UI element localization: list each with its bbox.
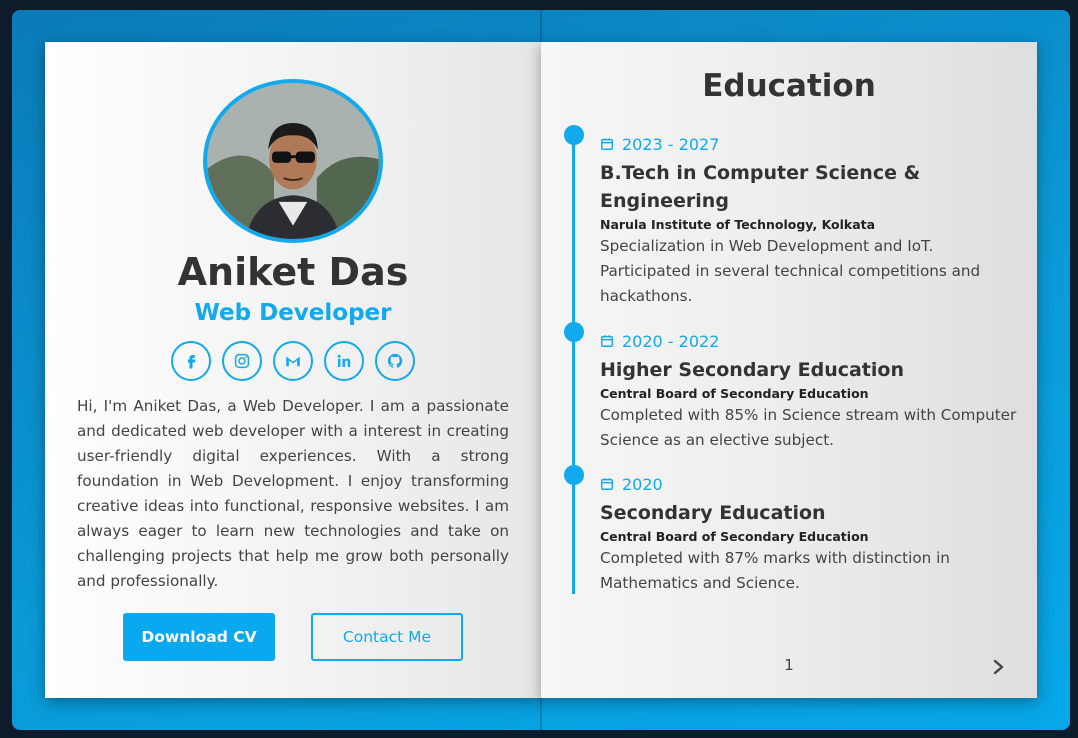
avatar-photo xyxy=(207,83,379,239)
instagram-link[interactable] xyxy=(222,341,262,381)
facebook-link[interactable] xyxy=(171,341,211,381)
timeline-dot xyxy=(564,465,584,485)
profile-role: Web Developer xyxy=(194,300,392,326)
facebook-icon xyxy=(188,355,196,369)
entry-school: Narula Institute of Technology, Kolkata xyxy=(600,217,876,232)
education-entry: 2023 - 2027 B.Tech in Computer Science &… xyxy=(564,125,1020,309)
entry-date: 2020 xyxy=(622,474,663,494)
entry-school: Central Board of Secondary Education xyxy=(600,529,869,544)
entry-degree: Secondary Education xyxy=(600,502,826,524)
gmail-icon xyxy=(286,356,300,367)
social-links xyxy=(171,341,416,381)
instagram-icon xyxy=(234,353,250,369)
timeline-line xyxy=(572,138,575,594)
avatar xyxy=(203,79,383,243)
page-number: 1 xyxy=(784,656,794,674)
linkedin-link[interactable] xyxy=(324,341,364,381)
github-icon xyxy=(387,353,403,368)
education-page: Education 2023 - 2027 B.Tech in Computer… xyxy=(541,42,1037,698)
profile-name: Aniket Das xyxy=(177,250,409,294)
contact-me-button[interactable]: Contact Me xyxy=(311,613,463,661)
profile-bio: Hi, I'm Aniket Das, a Web Developer. I a… xyxy=(77,397,509,590)
download-cv-button[interactable]: Download CV xyxy=(123,613,275,661)
next-page-button[interactable] xyxy=(989,656,1009,678)
entry-school: Central Board of Secondary Education xyxy=(600,386,869,401)
linkedin-icon xyxy=(337,354,351,367)
entry-description: Completed with 85% in Science stream wit… xyxy=(600,406,1017,449)
timeline-dot xyxy=(564,125,584,145)
entry-degree: B.Tech in Computer Science & Engineering xyxy=(600,162,921,212)
calendar-icon xyxy=(601,335,613,347)
entry-description: Completed with 87% marks with distinctio… xyxy=(600,549,950,592)
calendar-icon xyxy=(601,478,613,490)
education-title: Education xyxy=(702,68,876,104)
timeline-dot xyxy=(564,322,584,342)
entry-description: Specialization in Web Development and Io… xyxy=(600,237,981,305)
entry-date: 2020 - 2022 xyxy=(622,331,720,351)
calendar-icon xyxy=(601,138,613,150)
entry-date: 2023 - 2027 xyxy=(622,134,720,154)
entry-degree: Higher Secondary Education xyxy=(600,359,904,381)
profile-page: Aniket Das Web Developer Hi, I'm Aniket … xyxy=(45,42,541,698)
education-entry: 2020 Secondary Education Central Board o… xyxy=(564,465,1020,596)
chevron-right-icon xyxy=(993,659,1004,675)
gmail-link[interactable] xyxy=(273,341,313,381)
education-entry: 2020 - 2022 Higher Secondary Education C… xyxy=(564,322,1020,453)
github-link[interactable] xyxy=(375,341,415,381)
